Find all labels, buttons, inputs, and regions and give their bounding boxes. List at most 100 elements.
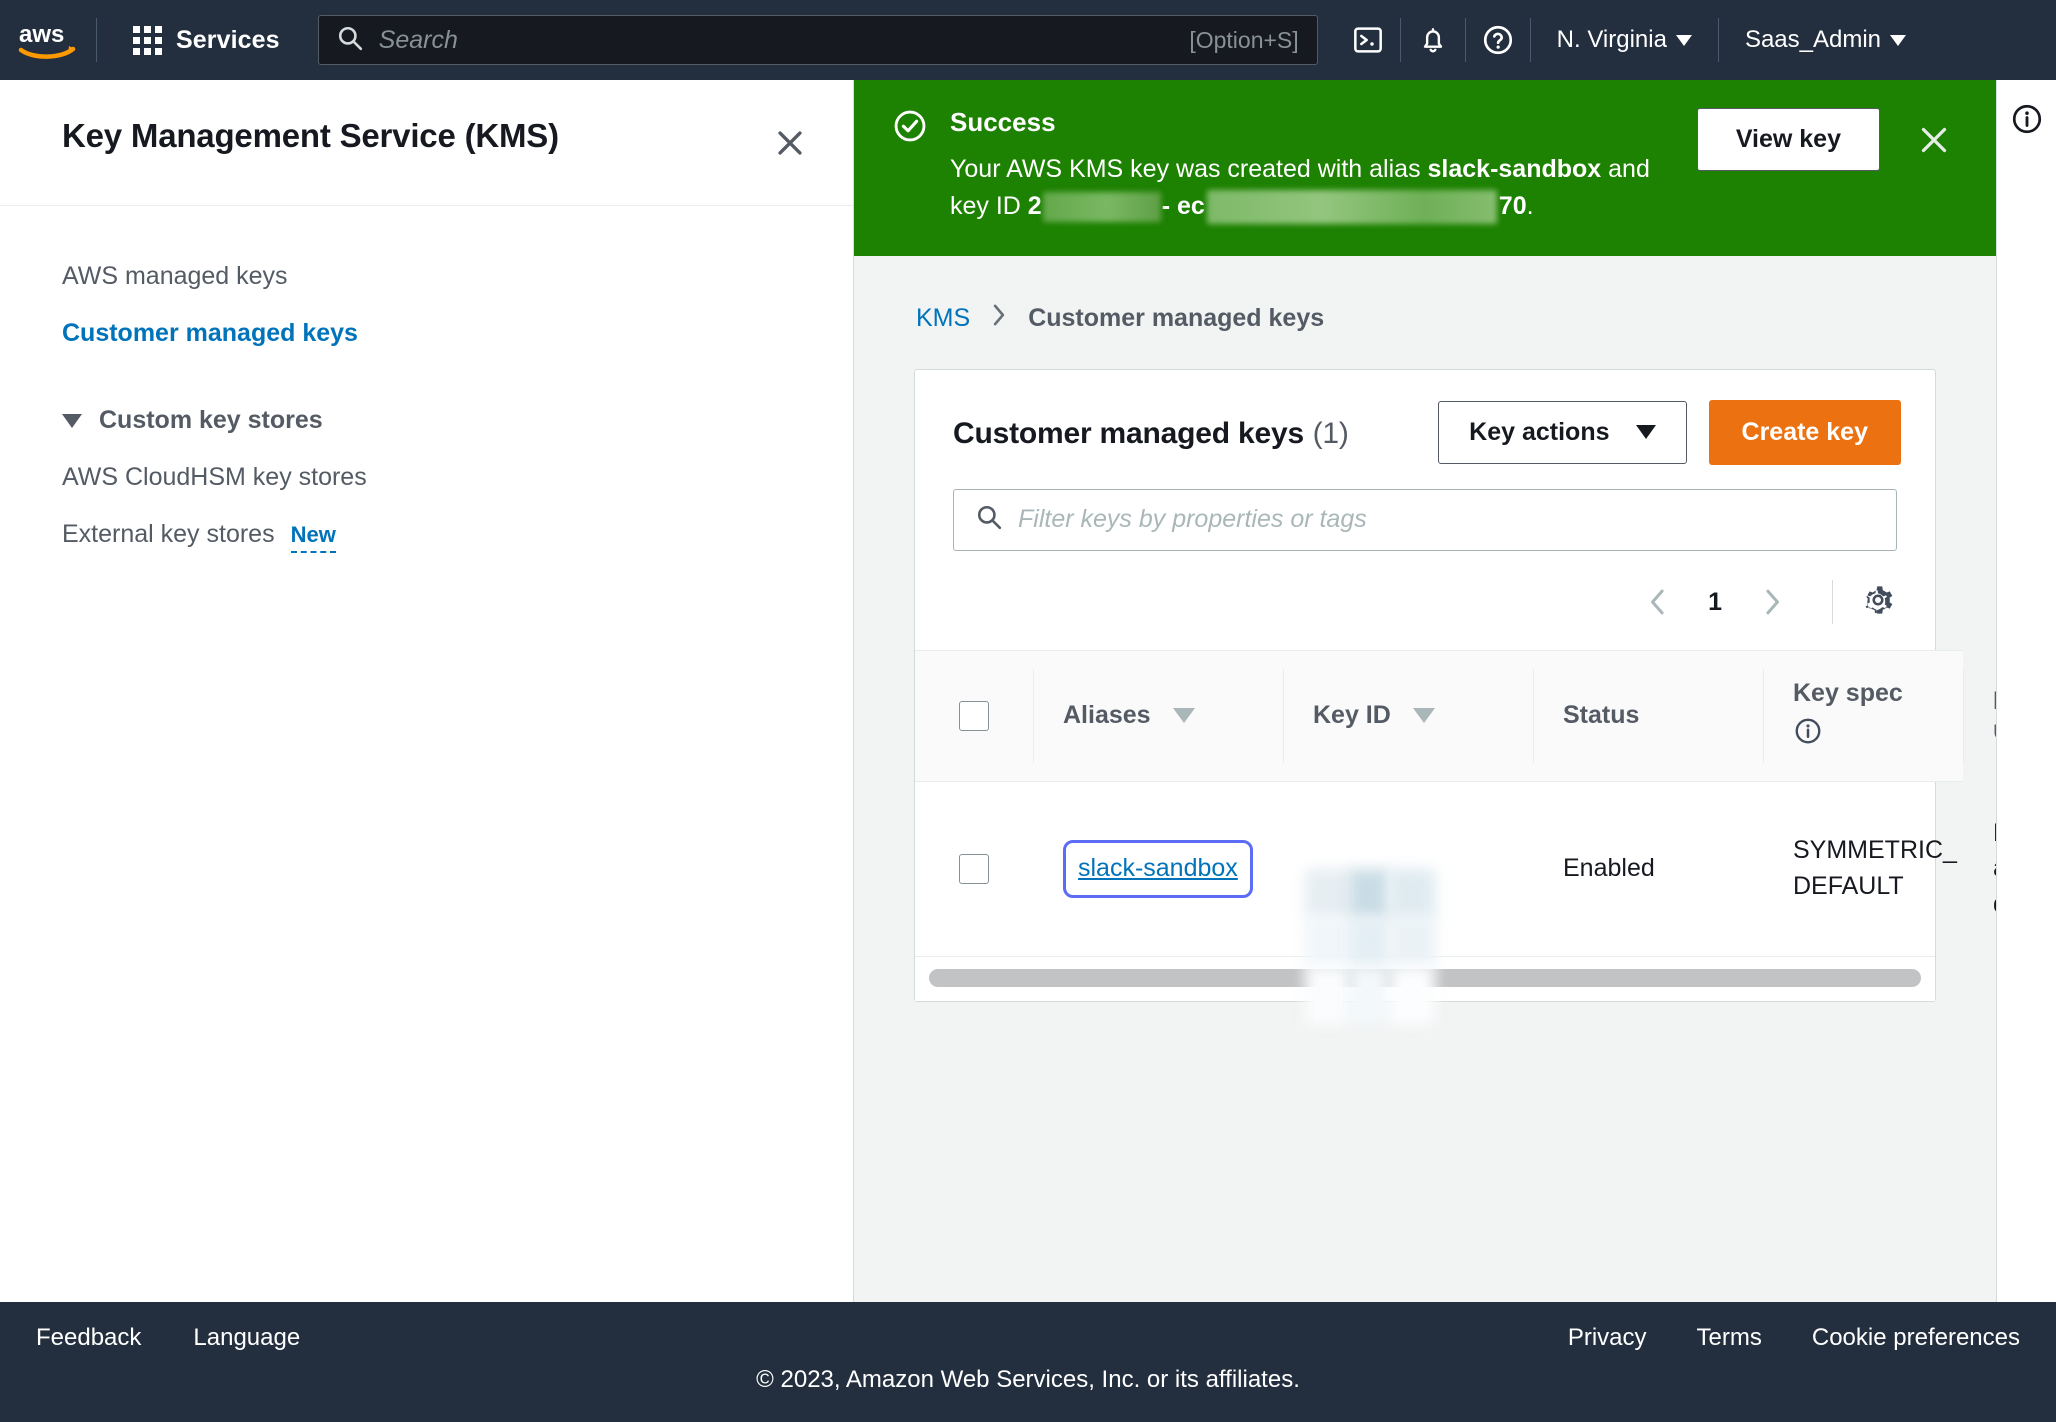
region-selector[interactable]: N. Virginia <box>1531 0 1718 80</box>
sidebar-nav: AWS managed keys Customer managed keys C… <box>0 206 853 567</box>
flash-message-end: . <box>1526 192 1534 221</box>
select-all-header <box>915 650 1033 781</box>
success-flash-banner: Success Your AWS KMS key was created wit… <box>854 80 1996 256</box>
footer-terms-link[interactable]: Terms <box>1697 1324 1762 1352</box>
sort-descending-icon[interactable] <box>1172 708 1195 724</box>
column-header-aliases[interactable]: Aliases <box>1033 650 1283 781</box>
cell-key-spec: SYMMETRIC_DEFAULT <box>1763 781 1963 956</box>
filter-keys-box[interactable] <box>953 488 1897 551</box>
redacted-key-segment <box>1042 192 1161 223</box>
grid-icon <box>133 25 162 55</box>
svg-text:aws: aws <box>19 21 64 48</box>
footer-language-link[interactable]: Language <box>193 1324 300 1352</box>
sidebar-item-customer-managed-keys[interactable]: Customer managed keys <box>62 305 853 362</box>
page-body: Key Management Service (KMS) AWS managed… <box>0 80 2056 1302</box>
column-header-key-id[interactable]: Key ID <box>1283 650 1533 781</box>
footer-feedback-link[interactable]: Feedback <box>36 1324 141 1352</box>
breadcrumb-kms[interactable]: KMS <box>916 304 970 333</box>
card-actions: Key actions Create key <box>1438 399 1901 465</box>
sidebar-group-label: Custom key stores <box>99 406 323 434</box>
chevron-left-icon[interactable] <box>1626 577 1690 627</box>
services-label: Services <box>176 25 280 54</box>
notifications-icon[interactable] <box>1401 0 1465 80</box>
key-spec-value: SYMMETRIC_DEFAULT <box>1793 836 1957 900</box>
gear-icon[interactable] <box>1855 577 1901 628</box>
search-input[interactable] <box>378 25 1190 55</box>
key-actions-button[interactable]: Key actions <box>1438 400 1687 464</box>
table-header-row: Aliases Key ID Status Key spec <box>915 650 1996 782</box>
sort-descending-icon[interactable] <box>1412 708 1435 724</box>
customer-managed-keys-card: Customer managed keys (1) Key actions Cr… <box>914 368 1996 1025</box>
column-label: Key ID <box>1313 701 1391 730</box>
help-icon[interactable] <box>1466 0 1530 80</box>
alias-focus-ring: slack-sandbox <box>1063 840 1253 898</box>
flash-message-part1: Your AWS KMS key was created with alias <box>950 154 1428 183</box>
row-checkbox[interactable] <box>959 853 989 884</box>
info-circle-icon[interactable] <box>2010 102 2044 1302</box>
services-menu-button[interactable]: Services <box>111 12 302 68</box>
chevron-down-icon <box>1675 34 1692 46</box>
table-body: slack-sandbox Enabled SYMMETRIC_DEFAULT <box>915 781 1996 1025</box>
chevron-down-icon <box>62 413 82 428</box>
new-badge[interactable]: New <box>290 522 336 553</box>
select-all-checkbox[interactable] <box>959 700 989 731</box>
chevron-right-icon <box>990 302 1008 335</box>
pagination-page-1[interactable]: 1 <box>1690 588 1740 617</box>
sidebar-item-aws-managed-keys[interactable]: AWS managed keys <box>62 248 853 305</box>
column-divider <box>1283 668 1284 763</box>
column-divider <box>1533 668 1534 763</box>
breadcrumb: KMS Customer managed keys <box>914 256 1936 369</box>
column-label: Key spec <box>1793 678 1903 707</box>
chevron-down-icon <box>1635 425 1656 440</box>
info-circle-icon[interactable] <box>1793 716 1823 753</box>
row-select-cell <box>915 781 1033 956</box>
key-usage-value: Encrypt and decrypt <box>1963 782 1996 957</box>
global-search-box[interactable]: [Option+S] <box>317 15 1318 65</box>
info-panel-rail <box>1996 80 2056 1302</box>
alias-link-slack-sandbox[interactable]: slack-sandbox <box>1078 851 1238 887</box>
redacted-key-segment <box>1206 190 1497 225</box>
footer-privacy-link[interactable]: Privacy <box>1568 1324 1647 1352</box>
breadcrumb-current: Customer managed keys <box>1028 303 1325 332</box>
filter-keys-input[interactable] <box>1018 505 1878 535</box>
flash-content: Success Your AWS KMS key was created wit… <box>950 106 1675 226</box>
close-icon[interactable] <box>1902 112 1966 173</box>
chevron-down-icon <box>1890 34 1907 46</box>
flash-key-suffix: 70 <box>1498 192 1527 221</box>
main-region: Success Your AWS KMS key was created wit… <box>854 80 2056 1302</box>
table-row[interactable]: slack-sandbox Enabled SYMMETRIC_DEFAULT <box>915 781 1996 1025</box>
footer-copyright: © 2023, Amazon Web Services, Inc. or its… <box>756 1366 1300 1393</box>
footer-cookie-preferences-link[interactable]: Cookie preferences <box>1812 1324 2020 1352</box>
sidebar-item-external-key-stores[interactable]: External key stores New <box>62 506 853 567</box>
flash-alias: slack-sandbox <box>1427 154 1602 183</box>
column-header-key-spec: Key spec <box>1763 650 1963 781</box>
key-actions-label: Key actions <box>1469 417 1610 446</box>
flash-key-prefix: 2 <box>1027 192 1042 221</box>
close-icon[interactable] <box>767 120 813 171</box>
column-divider <box>1763 668 1764 763</box>
view-key-button[interactable]: View key <box>1696 108 1880 171</box>
sidebar-title: Key Management Service (KMS) <box>62 117 559 154</box>
account-label: Saas_Admin <box>1744 26 1882 53</box>
search-icon <box>976 504 1002 535</box>
sidebar-item-label: AWS CloudHSM key stores <box>62 463 367 491</box>
column-label: Key usage <box>1993 687 1996 745</box>
cloudshell-icon[interactable] <box>1336 0 1400 80</box>
page-footer: Feedback Language Privacy Terms Cookie p… <box>0 1302 2056 1422</box>
create-key-button[interactable]: Create key <box>1708 399 1901 465</box>
column-divider <box>1963 668 1964 763</box>
sidebar-item-cloudhsm-key-stores[interactable]: AWS CloudHSM key stores <box>62 449 853 506</box>
column-header-status: Status <box>1533 650 1763 781</box>
sidebar-group-custom-key-stores[interactable]: Custom key stores <box>62 392 853 449</box>
search-icon <box>337 25 363 56</box>
aws-logo[interactable]: aws <box>0 20 96 60</box>
sidebar-item-label: External key stores <box>62 520 275 548</box>
chevron-right-icon[interactable] <box>1740 577 1804 627</box>
account-menu[interactable]: Saas_Admin <box>1719 0 1932 80</box>
status-badge: Enabled <box>1563 854 1655 883</box>
column-label: Aliases <box>1063 701 1151 730</box>
success-check-icon <box>892 108 928 149</box>
keys-table: Aliases Key ID Status Key spec slack-san… <box>915 650 1996 1025</box>
card-header: Customer managed keys (1) Key actions Cr… <box>915 370 1935 475</box>
page-title-text: Customer managed keys <box>953 416 1304 450</box>
